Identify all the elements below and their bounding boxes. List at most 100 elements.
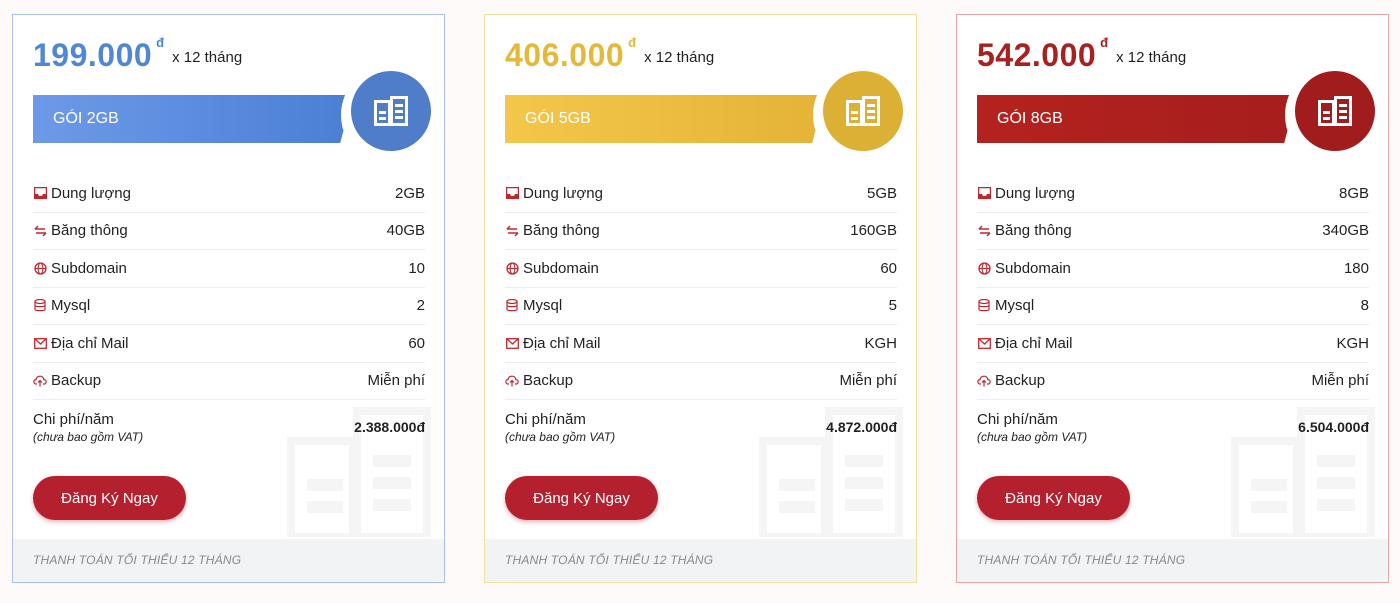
- feature-value: Miễn phí: [367, 372, 425, 390]
- feature-label: Subdomain: [995, 259, 1071, 277]
- feature-row: Băng thông 40GB: [33, 213, 425, 250]
- feature-value: 8GB: [1338, 184, 1369, 202]
- feature-label: Băng thông: [995, 222, 1072, 240]
- register-button[interactable]: Đăng Ký Ngay: [977, 476, 1130, 520]
- feature-label: Mysql: [523, 297, 563, 315]
- feature-row: Địa chỉ Mail KGH: [505, 325, 897, 363]
- globe-icon: [977, 261, 991, 275]
- currency: đ: [1100, 35, 1109, 50]
- arrows-icon: [505, 224, 519, 238]
- total-label: Chi phí/năm: [505, 410, 586, 428]
- total-value: 6.504.000đ: [1298, 419, 1369, 435]
- feature-value: Miễn phí: [839, 372, 897, 390]
- feature-value: 340GB: [1322, 222, 1369, 240]
- feature-label: Dung lượng: [995, 184, 1075, 202]
- feature-row: Subdomain 60: [505, 250, 897, 288]
- plan-name: GÓI 5GB: [525, 110, 591, 127]
- server-icon: [1318, 96, 1352, 126]
- server-icon: [846, 96, 880, 126]
- pricing-card-8gb: 542.000 đ x 12 tháng GÓI 8GB Dung lượng 8GB…: [956, 14, 1389, 583]
- database-icon: [33, 299, 47, 313]
- total-note: (chưa bao gồm VAT): [505, 429, 616, 444]
- feature-label: Subdomain: [51, 259, 127, 277]
- plan-banner: GÓI 2GB: [33, 95, 353, 143]
- currency: đ: [628, 35, 637, 50]
- price: 542.000: [977, 37, 1097, 73]
- globe-icon: [505, 261, 519, 275]
- server-icon-badge: [1295, 71, 1375, 151]
- server-icon-badge: [351, 71, 431, 151]
- feature-value: 60: [408, 334, 425, 352]
- total-label: Chi phí/năm: [977, 410, 1058, 428]
- register-button[interactable]: Đăng Ký Ngay: [505, 476, 658, 520]
- feature-row: Backup Miễn phí: [33, 363, 425, 400]
- feature-label: Backup: [523, 372, 574, 390]
- feature-row: Địa chỉ Mail 60: [33, 325, 425, 363]
- feature-value: 2GB: [394, 184, 425, 202]
- cloud-icon: [33, 374, 47, 388]
- feature-row: Mysql 5: [505, 288, 897, 325]
- feature-row: Mysql 8: [977, 288, 1369, 325]
- feature-label: Mysql: [995, 297, 1035, 315]
- globe-icon: [33, 261, 47, 275]
- inbox-icon: [977, 186, 991, 200]
- arrows-icon: [977, 224, 991, 238]
- feature-row: Backup Miễn phí: [977, 363, 1369, 400]
- feature-list: Dung lượng 5GB Băng thông 160GB Subdomain 6…: [505, 175, 897, 400]
- feature-value: KGH: [1336, 334, 1369, 352]
- feature-label: Backup: [995, 372, 1046, 390]
- feature-row: Băng thông 160GB: [505, 213, 897, 250]
- feature-label: Băng thông: [51, 222, 128, 240]
- register-button[interactable]: Đăng Ký Ngay: [33, 476, 186, 520]
- feature-value: 2: [416, 297, 425, 315]
- feature-row: Dung lượng 5GB: [505, 175, 897, 213]
- feature-row: Dung lượng 8GB: [977, 175, 1369, 213]
- feature-label: Băng thông: [523, 222, 600, 240]
- period: x 12 tháng: [1116, 49, 1187, 66]
- feature-row: Subdomain 10: [33, 250, 425, 288]
- total-value: 2.388.000đ: [354, 419, 425, 435]
- feature-label: Subdomain: [523, 259, 599, 277]
- price: 406.000: [505, 37, 625, 73]
- feature-value: 8: [1360, 297, 1369, 315]
- feature-value: 180: [1343, 259, 1369, 277]
- feature-row: Dung lượng 2GB: [33, 175, 425, 213]
- inbox-icon: [33, 186, 47, 200]
- feature-list: Dung lượng 2GB Băng thông 40GB Subdomain 10…: [33, 175, 425, 400]
- feature-row: Băng thông 340GB: [977, 213, 1369, 250]
- feature-list: Dung lượng 8GB Băng thông 340GB Subdomain 1…: [977, 175, 1369, 400]
- price: 199.000: [33, 37, 153, 73]
- database-icon: [505, 299, 519, 313]
- plan-name: GÓI 8GB: [997, 110, 1063, 127]
- feature-row: Subdomain 180: [977, 250, 1369, 288]
- feature-label: Địa chỉ Mail: [995, 334, 1073, 352]
- price-row: 406.000 đ x 12 tháng: [505, 33, 714, 77]
- feature-label: Dung lượng: [51, 184, 131, 202]
- feature-value: 10: [408, 259, 425, 277]
- total-note: (chưa bao gồm VAT): [33, 429, 144, 444]
- feature-row: Mysql 2: [33, 288, 425, 325]
- feature-value: KGH: [864, 334, 897, 352]
- cloud-icon: [977, 374, 991, 388]
- plan-banner: GÓI 5GB: [505, 95, 825, 143]
- pricing-card-2gb: 199.000 đ x 12 tháng GÓI 2GB Dung lượng 2GB…: [12, 14, 445, 583]
- envelope-icon: [505, 336, 519, 350]
- feature-label: Dung lượng: [523, 184, 603, 202]
- feature-label: Địa chỉ Mail: [523, 334, 601, 352]
- feature-value: 5GB: [866, 184, 897, 202]
- feature-label: Mysql: [51, 297, 91, 315]
- feature-label: Backup: [51, 372, 102, 390]
- total-value: 4.872.000đ: [826, 419, 897, 435]
- footer-note: THANH TOÁN TỐI THIỂU 12 THÁNG: [13, 539, 444, 582]
- feature-value: 160GB: [850, 222, 897, 240]
- feature-label: Địa chỉ Mail: [51, 334, 129, 352]
- pricing-card-5gb: 406.000 đ x 12 tháng GÓI 5GB Dung lượng 5GB…: [484, 14, 917, 583]
- total-note: (chưa bao gồm VAT): [977, 429, 1088, 444]
- feature-row: Backup Miễn phí: [505, 363, 897, 400]
- feature-value: Miễn phí: [1311, 372, 1369, 390]
- envelope-icon: [33, 336, 47, 350]
- annual-cost: Chi phí/năm (chưa bao gồm VAT) 4.872.000…: [505, 407, 897, 447]
- footer-note: THANH TOÁN TỐI THIỂU 12 THÁNG: [485, 539, 916, 582]
- feature-value: 5: [888, 297, 897, 315]
- feature-value: 40GB: [386, 222, 425, 240]
